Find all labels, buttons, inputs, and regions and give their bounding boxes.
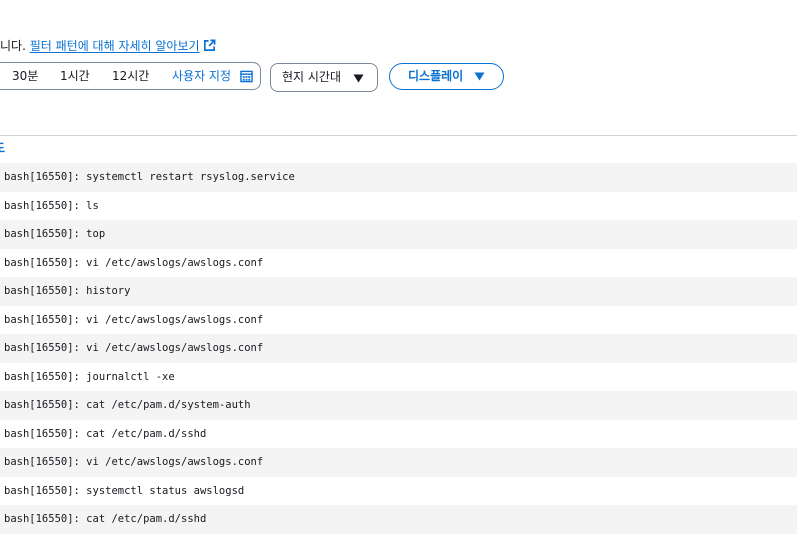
log-row[interactable]: bash[16550]: top <box>0 220 797 249</box>
timezone-select[interactable]: 현지 시간대 <box>270 63 378 92</box>
log-row[interactable]: bash[16550]: ls <box>0 192 797 221</box>
filter-help-text: 니다. 필터 패턴에 대해 자세히 알아보기 <box>0 37 216 55</box>
display-label: 디스플레이 <box>408 69 464 83</box>
time-range-selector: 30분 1시간 12시간 사용자 지정 <box>0 62 261 90</box>
log-row[interactable]: bash[16550]: history <box>0 277 797 306</box>
log-row[interactable]: bash[16550]: vi /etc/awslogs/awslogs.con… <box>0 334 797 363</box>
log-row[interactable]: bash[16550]: cat /etc/pam.d/sshd <box>0 505 797 534</box>
external-link-icon[interactable] <box>203 39 216 52</box>
divider <box>0 135 797 136</box>
filter-pattern-help-link[interactable]: 필터 패턴에 대해 자세히 알아보기 <box>30 39 200 53</box>
log-row[interactable]: bash[16550]: vi /etc/awslogs/awslogs.con… <box>0 448 797 477</box>
caret-down-icon <box>353 74 364 83</box>
range-option-1h[interactable]: 1시간 <box>60 63 90 89</box>
range-option-30m[interactable]: 30분 <box>12 63 38 89</box>
caret-down-icon <box>474 72 485 81</box>
log-row[interactable]: bash[16550]: systemctl status awslogsd <box>0 477 797 506</box>
log-events-list: bash[16550]: systemctl restart rsyslog.s… <box>0 163 797 534</box>
calendar-icon[interactable] <box>240 70 253 83</box>
log-row[interactable]: bash[16550]: systemctl restart rsyslog.s… <box>0 163 797 192</box>
log-events-page: 니다. 필터 패턴에 대해 자세히 알아보기 30분 1시간 12시간 사용자 … <box>0 0 797 535</box>
log-row[interactable]: bash[16550]: cat /etc/pam.d/system-auth <box>0 391 797 420</box>
column-header[interactable]: 도 <box>0 140 5 156</box>
log-row[interactable]: bash[16550]: cat /etc/pam.d/sshd <box>0 420 797 449</box>
help-prefix: 니다. <box>0 39 30 53</box>
range-option-custom[interactable]: 사용자 지정 <box>172 63 231 89</box>
timezone-label: 현지 시간대 <box>282 70 342 84</box>
display-button[interactable]: 디스플레이 <box>389 63 504 90</box>
range-option-12h[interactable]: 12시간 <box>112 63 149 89</box>
log-row[interactable]: bash[16550]: journalctl -xe <box>0 363 797 392</box>
log-row[interactable]: bash[16550]: vi /etc/awslogs/awslogs.con… <box>0 249 797 278</box>
log-row[interactable]: bash[16550]: vi /etc/awslogs/awslogs.con… <box>0 306 797 335</box>
